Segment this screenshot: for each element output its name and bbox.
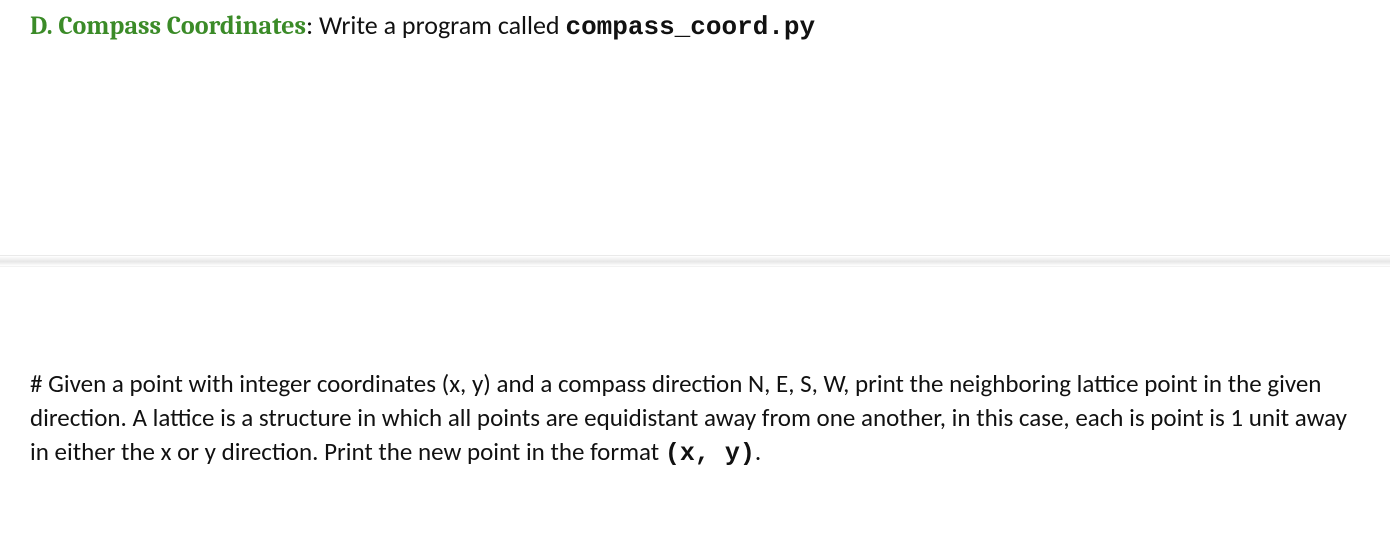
- instruction-paragraph: # Given a point with integer coordinates…: [30, 367, 1360, 470]
- vertical-spacer: [0, 45, 1390, 255]
- page-root: D. Compass Coordinates: Write a program …: [0, 0, 1390, 554]
- heading-section: D. Compass Coordinates: Write a program …: [0, 0, 1390, 45]
- heading-colon: :: [306, 9, 319, 41]
- body-section: # Given a point with integer coordinates…: [0, 267, 1390, 490]
- heading-prefix: D. Compass Coordinates: [30, 11, 306, 41]
- format-code: (x, y): [665, 439, 755, 468]
- heading-line: D. Compass Coordinates: Write a program …: [30, 8, 1360, 45]
- heading-tail: Write a program called: [319, 9, 566, 41]
- instruction-period: .: [755, 436, 761, 467]
- heading-filename: compass_coord.py: [565, 12, 815, 42]
- section-divider: [0, 255, 1390, 267]
